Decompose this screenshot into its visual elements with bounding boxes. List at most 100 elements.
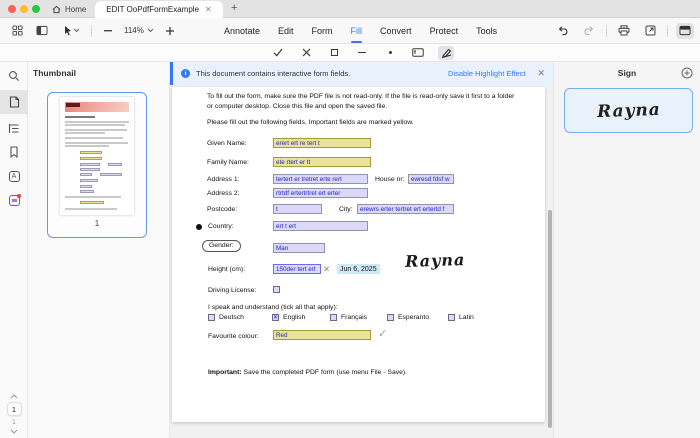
vertical-scrollbar[interactable] <box>548 210 552 428</box>
tab-bar: Home EDIT OoPdfFormExample ✕ + <box>0 0 700 18</box>
tab-home[interactable]: Home <box>46 0 92 18</box>
height-label: Height (cm): <box>208 266 245 273</box>
dash-tool-icon[interactable] <box>354 46 370 60</box>
form-fields-info-bar: i This document contains interactive for… <box>170 62 553 85</box>
total-pages-label: 1 <box>12 419 16 426</box>
house-nr-field[interactable]: ewresd fdsf w <box>408 174 454 184</box>
height-field[interactable]: 150der tert ert <box>273 264 321 274</box>
saved-signature-card[interactable]: Rayna <box>564 88 693 133</box>
family-name-label: Family Name: <box>207 159 249 166</box>
zoom-level-dropdown[interactable]: 114% <box>124 26 154 35</box>
city-field[interactable]: erewrs erter tertret ert ertertd f <box>357 204 454 214</box>
menu-tools[interactable]: Tools <box>476 18 497 43</box>
important-note-bold: Important: <box>208 369 242 376</box>
print-icon[interactable] <box>615 23 633 39</box>
window-close-button[interactable] <box>8 5 16 13</box>
right-panel-toggle-icon[interactable] <box>676 23 694 39</box>
checkmark-tool-icon[interactable] <box>270 46 286 60</box>
address2-label: Address 2: <box>207 190 240 197</box>
cross-annotation[interactable]: ✕ <box>323 264 330 275</box>
document-area: i This document contains interactive for… <box>170 62 553 438</box>
bookmarks-panel-icon[interactable] <box>0 140 28 164</box>
postcode-label: Postcode: <box>207 206 237 213</box>
intro-paragraph: To fill out the form, make sure the PDF … <box>207 92 522 111</box>
new-tab-button[interactable]: + <box>231 2 237 14</box>
page-thumbnail[interactable]: 1 <box>47 92 147 238</box>
language-checkbox-esperanto[interactable] <box>387 314 394 321</box>
date-annotation[interactable]: Jun 6, 2025 <box>337 264 380 274</box>
thumbnail-page-number: 1 <box>48 219 146 228</box>
menu-bar: Annotate Edit Form Fill Convert Protect … <box>224 18 497 43</box>
language-checkbox-francais[interactable] <box>330 314 337 321</box>
add-signature-icon[interactable] <box>681 67 693 79</box>
family-name-field[interactable]: ete rtert er tt <box>273 157 371 167</box>
important-note: Important: Save the completed PDF form (… <box>208 368 528 378</box>
redo-button[interactable] <box>580 23 598 39</box>
page-up-icon[interactable] <box>10 394 18 399</box>
cross-tool-icon[interactable] <box>298 46 314 60</box>
thumbnails-panel-icon[interactable] <box>0 90 28 114</box>
pdf-page: To fill out the form, make sure the PDF … <box>172 87 545 422</box>
zoom-in-button[interactable] <box>161 23 179 39</box>
disable-highlight-link[interactable]: Disable Highlight Effect <box>448 69 525 78</box>
dot-tool-icon[interactable] <box>382 46 398 60</box>
tab-document[interactable]: EDIT OoPdfFormExample ✕ <box>95 1 223 18</box>
language-label-latin: Latin <box>459 314 474 321</box>
postcode-field[interactable]: t <box>273 204 322 214</box>
country-field[interactable]: ert t ert <box>273 221 368 231</box>
checkmark-annotation[interactable]: ✓ <box>378 327 387 340</box>
address1-label: Address 1: <box>207 176 240 183</box>
menu-fill[interactable]: Fill <box>351 18 363 43</box>
main-toolbar: 114% Annotate Edit Form Fill Convert Pro… <box>0 18 700 44</box>
sidebar-toggle-icon[interactable] <box>33 23 51 39</box>
square-tool-icon[interactable] <box>326 46 342 60</box>
menu-convert[interactable]: Convert <box>380 18 412 43</box>
country-label: Country: <box>208 223 234 230</box>
address1-field[interactable]: tertert er tretret erte rert <box>273 174 368 184</box>
window-zoom-button[interactable] <box>32 5 40 13</box>
thumbnail-preview <box>60 97 134 215</box>
sign-panel-title: Sign <box>554 68 700 78</box>
language-checkbox-deutsch[interactable] <box>208 314 215 321</box>
signature-pen-tool-icon[interactable] <box>438 46 454 60</box>
city-label: City: <box>339 206 353 213</box>
window-minimize-button[interactable] <box>20 5 28 13</box>
address2-field[interactable]: rtrtdf ertertrtret ert erter <box>273 188 368 198</box>
thumbnail-panel: Thumbnail <box>28 62 170 438</box>
search-icon[interactable] <box>0 64 28 88</box>
ai-assistant-icon[interactable] <box>0 188 28 212</box>
gender-field[interactable]: Man <box>273 243 325 253</box>
text-field-tool-icon[interactable] <box>410 46 426 60</box>
panel-title: Thumbnail <box>33 68 76 78</box>
current-page-input[interactable]: 1 <box>7 402 22 416</box>
chevron-down-icon <box>147 28 154 33</box>
info-close-icon[interactable]: ✕ <box>537 68 545 79</box>
annotations-panel-icon[interactable]: A <box>0 164 28 188</box>
saved-signature-text: Rayna <box>596 99 660 121</box>
page-down-icon[interactable] <box>10 429 18 434</box>
given-name-field[interactable]: erert ert re tert t <box>273 138 371 148</box>
menu-edit[interactable]: Edit <box>278 18 294 43</box>
undo-button[interactable] <box>554 23 572 39</box>
zoom-out-button[interactable] <box>99 23 117 39</box>
select-tool-dropdown[interactable] <box>58 23 84 39</box>
outline-panel-icon[interactable] <box>0 116 28 140</box>
menu-protect[interactable]: Protect <box>430 18 459 43</box>
house-nr-label: House nr: <box>375 176 404 183</box>
menu-form[interactable]: Form <box>312 18 333 43</box>
driving-license-checkbox[interactable] <box>273 286 280 293</box>
zoom-level-value: 114% <box>124 26 144 35</box>
menu-annotate[interactable]: Annotate <box>224 18 260 43</box>
language-label-deutsch: Deutsch <box>219 314 244 321</box>
tab-close-icon[interactable]: ✕ <box>205 6 212 14</box>
fill-tools-bar <box>0 44 700 62</box>
language-checkbox-english[interactable] <box>272 314 279 321</box>
page-navigator: 1 1 <box>0 394 28 434</box>
sign-panel: Sign Rayna <box>553 62 700 438</box>
language-checkbox-latin[interactable] <box>448 314 455 321</box>
document-signature[interactable]: Rayna <box>405 250 466 271</box>
favourite-colour-field[interactable]: Red <box>273 330 371 340</box>
left-icon-strip: A 1 1 <box>0 62 28 438</box>
grid-view-icon[interactable] <box>8 23 26 39</box>
share-icon[interactable] <box>641 23 659 39</box>
